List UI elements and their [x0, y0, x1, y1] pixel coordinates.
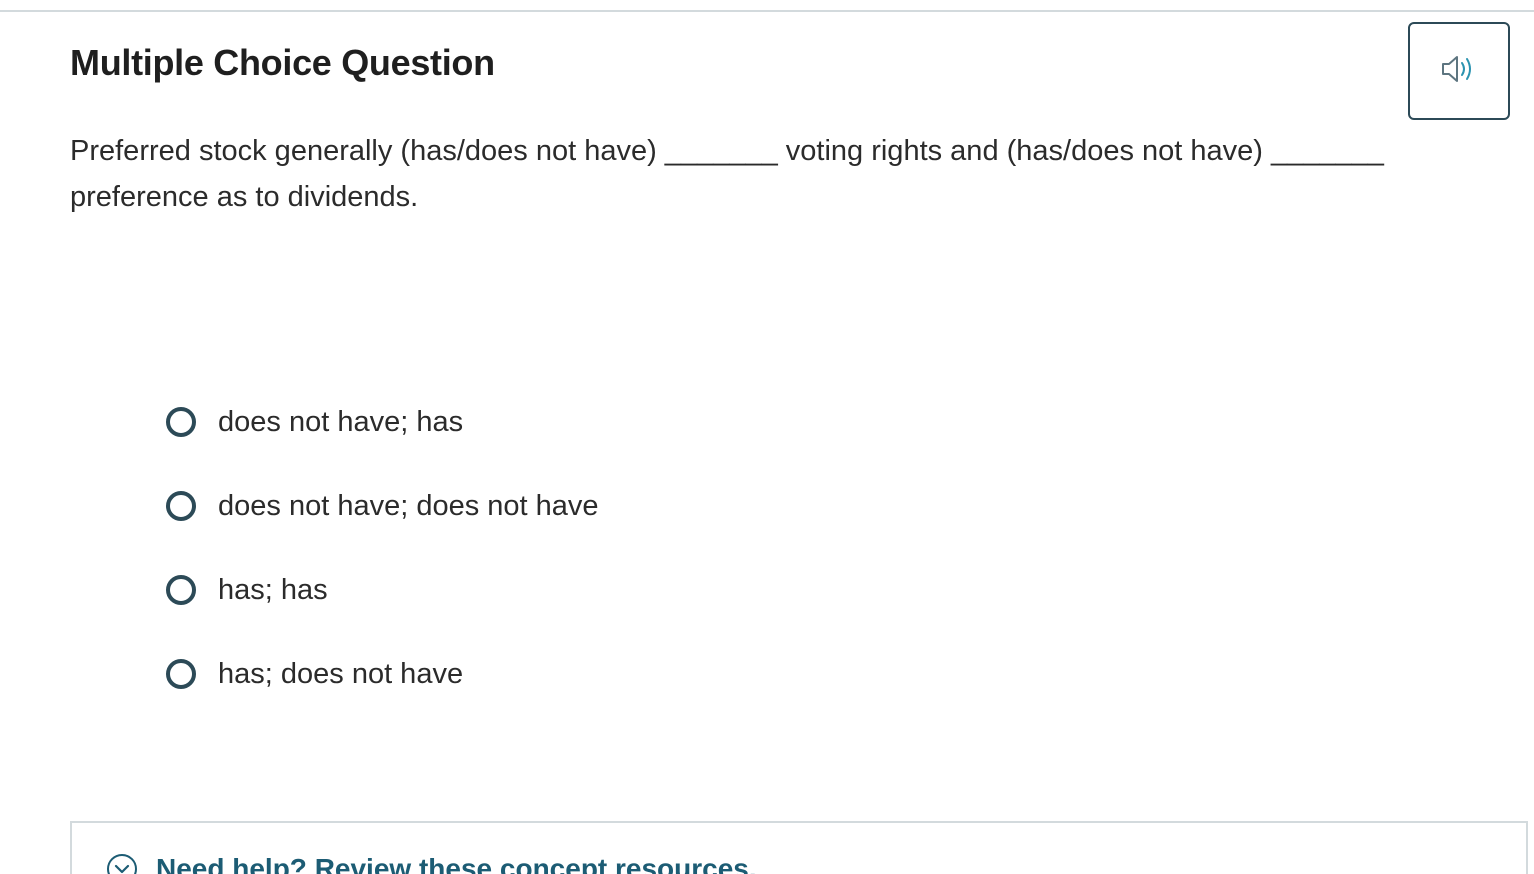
- page: Multiple Choice Question Preferred stock…: [0, 0, 1534, 874]
- speaker-icon: [1439, 52, 1479, 91]
- answer-option-3[interactable]: has; has: [166, 548, 599, 632]
- answer-option-4[interactable]: has; does not have: [166, 632, 599, 716]
- answer-option-label: does not have; does not have: [218, 489, 599, 522]
- radio-button[interactable]: [166, 575, 196, 605]
- read-aloud-button[interactable]: [1408, 22, 1510, 120]
- prompt-line-2: preference as to dividends.: [70, 181, 419, 213]
- concept-resources-label: Need help? Review these concept resource…: [156, 853, 757, 874]
- question-prompt: Preferred stock generally (has/does not …: [70, 128, 1480, 220]
- radio-button[interactable]: [166, 491, 196, 521]
- answer-option-label: has; has: [218, 573, 328, 606]
- answer-options: does not have; has does not have; does n…: [166, 380, 599, 716]
- prompt-line-1: Preferred stock generally (has/does not …: [70, 135, 1384, 167]
- answer-option-label: does not have; has: [218, 405, 464, 438]
- concept-resources-toggle[interactable]: Need help? Review these concept resource…: [106, 853, 757, 874]
- radio-button[interactable]: [166, 659, 196, 689]
- chevron-down-circle-icon: [106, 853, 138, 874]
- radio-button[interactable]: [166, 407, 196, 437]
- answer-option-1[interactable]: does not have; has: [166, 380, 599, 464]
- top-divider: [0, 10, 1534, 12]
- question-title: Multiple Choice Question: [70, 42, 495, 83]
- concept-resources-panel: Need help? Review these concept resource…: [70, 821, 1528, 874]
- answer-option-label: has; does not have: [218, 657, 464, 690]
- answer-option-2[interactable]: does not have; does not have: [166, 464, 599, 548]
